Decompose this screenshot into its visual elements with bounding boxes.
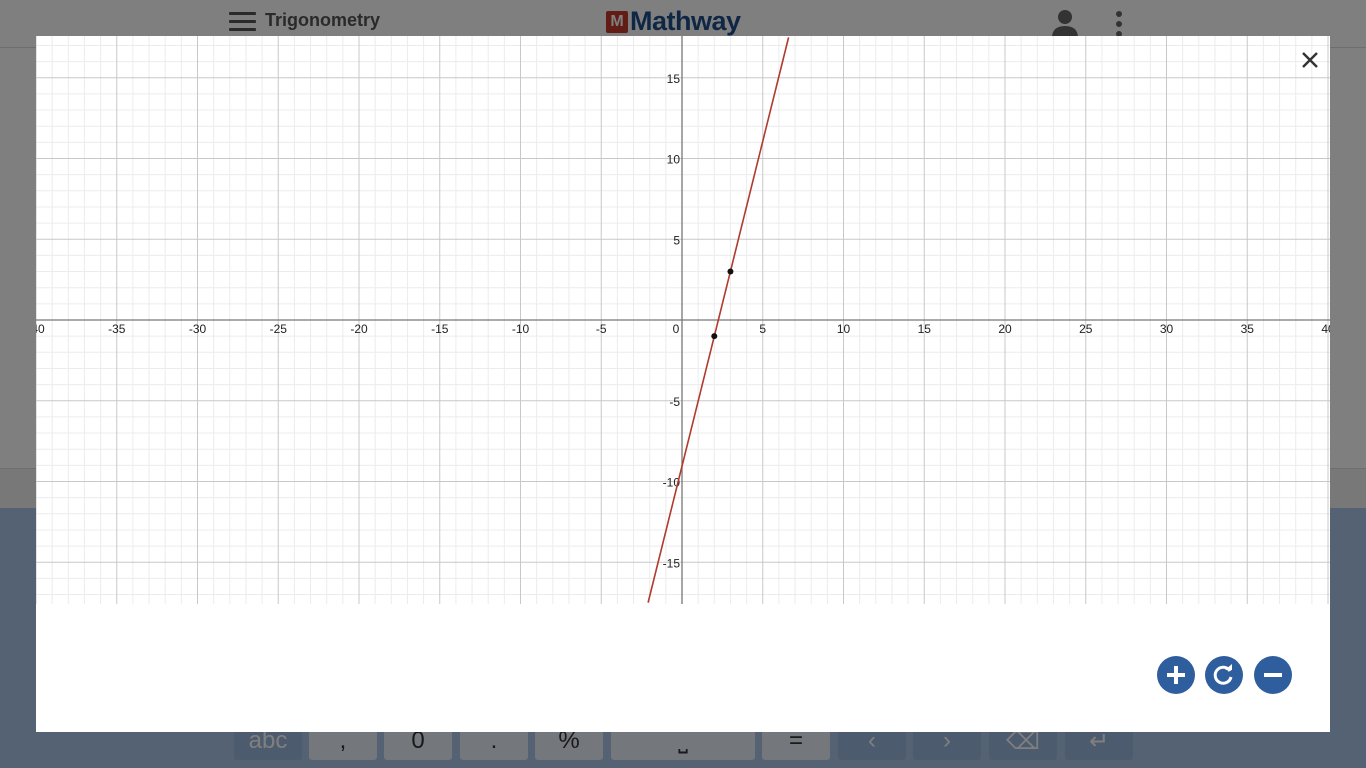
x-tick-label: -10 [512, 322, 530, 336]
data-point [727, 268, 734, 275]
close-button[interactable] [1294, 44, 1326, 76]
x-tick-label: 20 [998, 322, 1012, 336]
reset-zoom-button[interactable] [1205, 656, 1243, 694]
x-tick-label: 30 [1160, 322, 1174, 336]
x-tick-label: -15 [431, 322, 449, 336]
x-tick-label: 5 [759, 322, 766, 336]
x-tick-label: -25 [270, 322, 288, 336]
x-tick-label: 35 [1241, 322, 1255, 336]
y-tick-label: 10 [667, 153, 681, 167]
minus-icon [1264, 673, 1282, 677]
zoom-in-button[interactable] [1157, 656, 1195, 694]
x-tick-label: 25 [1079, 322, 1093, 336]
graph-modal: -40 -35 -30 -25 -20 -15 -10 -5 0 5 10 15 20 25 30 35 40 -… [36, 36, 1330, 732]
y-tick-label: 5 [673, 233, 680, 247]
x-tick-label: 10 [837, 322, 851, 336]
x-tick-label: -30 [189, 322, 207, 336]
graph-canvas[interactable]: -40 -35 -30 -25 -20 -15 -10 -5 0 5 10 15 20 25 30 35 40 -… [36, 36, 1330, 604]
x-tick-label: -35 [108, 322, 126, 336]
x-tick-label: 0 [673, 322, 680, 336]
x-tick-label: 15 [918, 322, 932, 336]
x-tick-label: -5 [596, 322, 607, 336]
y-tick-label: -5 [669, 395, 680, 409]
close-icon [1302, 52, 1318, 68]
zoom-out-button[interactable] [1254, 656, 1292, 694]
x-tick-label: -40 [36, 322, 45, 336]
y-tick-label: 15 [667, 72, 681, 86]
x-tick-label: 40 [1321, 322, 1330, 336]
y-tick-label: -15 [663, 556, 681, 570]
refresh-icon [1213, 664, 1233, 685]
plus-icon [1167, 666, 1185, 684]
x-tick-label: -20 [350, 322, 368, 336]
data-point [711, 333, 718, 340]
